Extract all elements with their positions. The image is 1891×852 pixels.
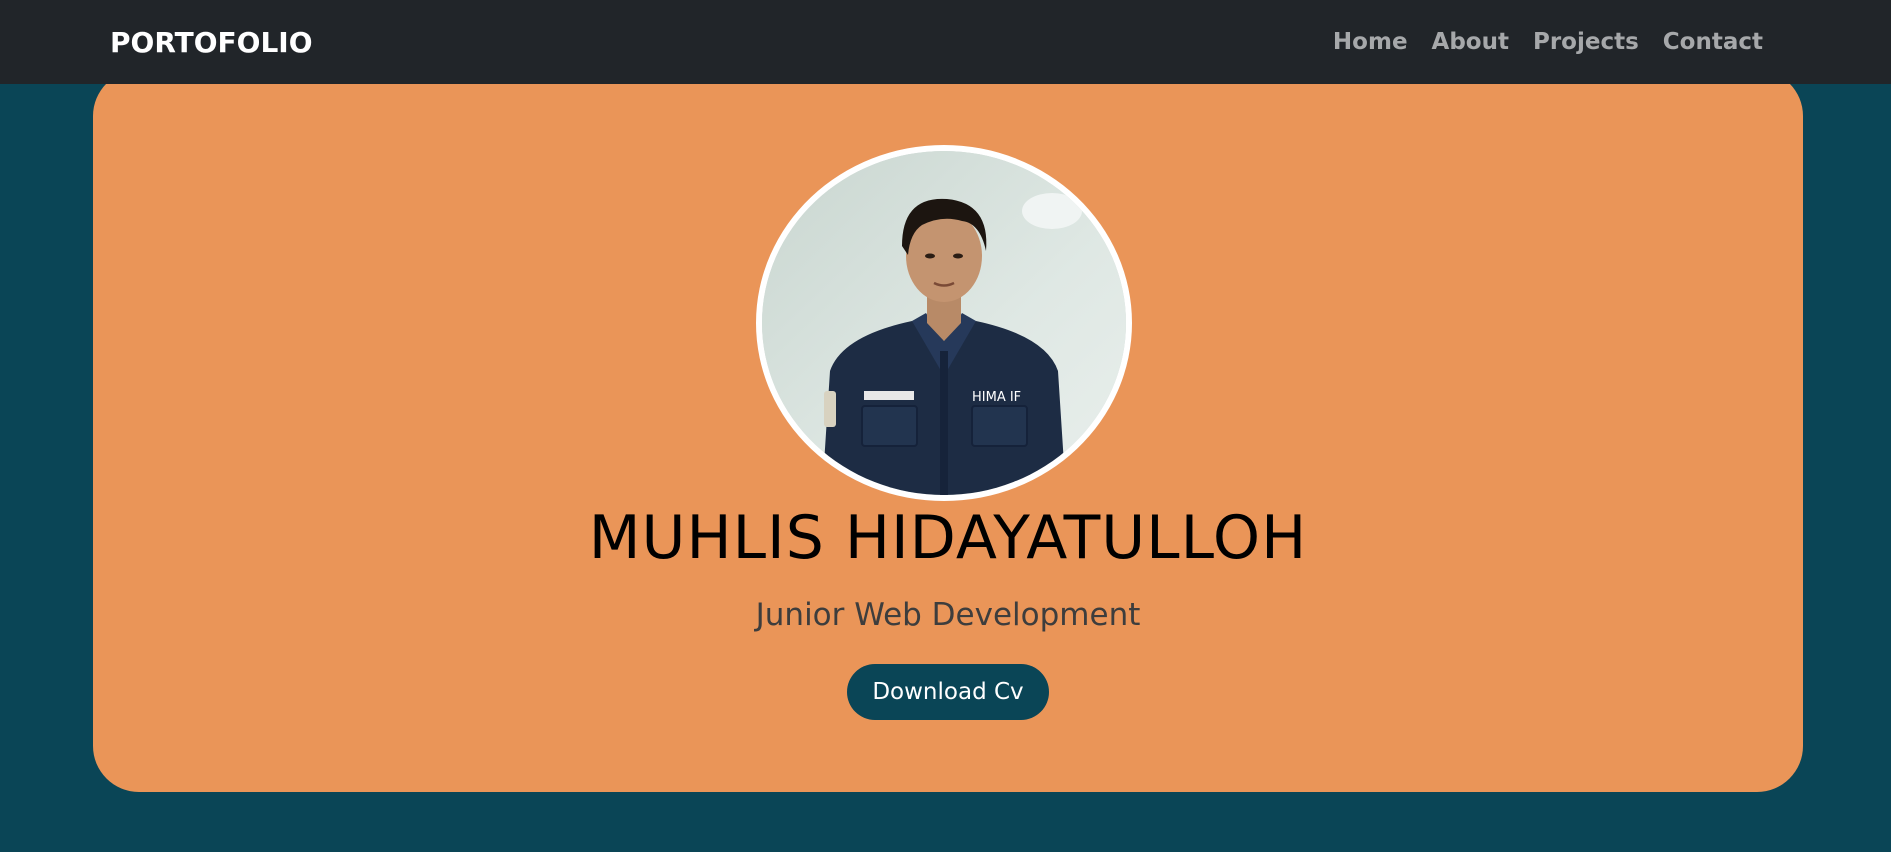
download-cv-button[interactable]: Download Cv	[847, 664, 1049, 720]
nav-link-about[interactable]: About	[1420, 29, 1521, 55]
brand-logo[interactable]: PORTOFOLIO	[110, 26, 313, 59]
nav-links: Home About Projects Contact	[1321, 29, 1763, 55]
navbar: PORTOFOLIO Home About Projects Contact	[0, 0, 1891, 84]
hero-card: HIMA IF MUHLIS HIDAYATULLOH Junior Web D…	[93, 70, 1803, 792]
profile-name: MUHLIS HIDAYATULLOH	[588, 503, 1308, 573]
profile-role: Junior Web Development	[755, 597, 1141, 633]
nav-link-contact[interactable]: Contact	[1651, 29, 1763, 55]
nav-link-projects[interactable]: Projects	[1521, 29, 1651, 55]
nav-link-home[interactable]: Home	[1321, 29, 1420, 55]
badge-text: HIMA IF	[972, 390, 1021, 405]
profile-photo: HIMA IF	[756, 145, 1132, 501]
